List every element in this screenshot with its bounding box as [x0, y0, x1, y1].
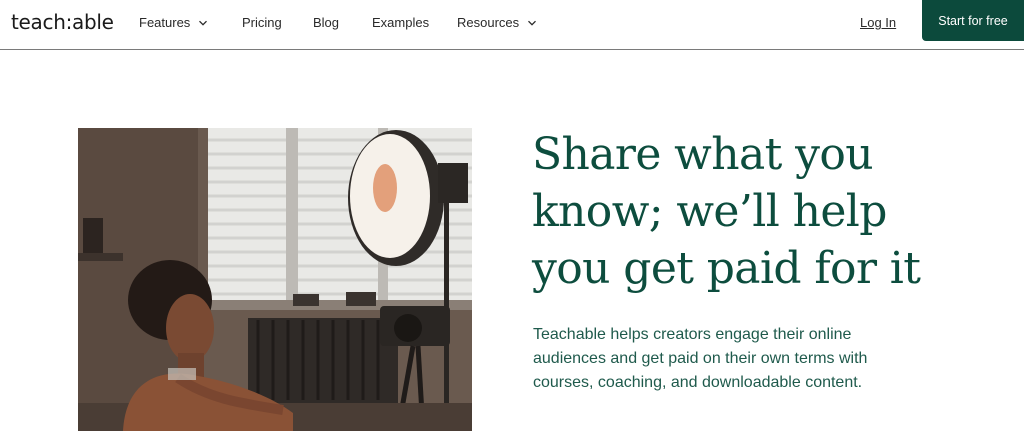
chevron-down-icon — [528, 20, 537, 26]
nav-blog[interactable]: Blog — [313, 15, 339, 30]
chevron-down-icon — [199, 20, 208, 26]
nav-pricing-label: Pricing — [242, 15, 282, 30]
nav-features-label: Features — [139, 15, 191, 30]
nav-examples[interactable]: Examples — [372, 15, 429, 30]
nav-features[interactable]: Features — [139, 15, 208, 30]
top-navigation: teach:able Features Pricing Blog Example… — [0, 0, 1024, 50]
hero-photo — [78, 128, 472, 431]
nav-resources-label: Resources — [457, 15, 520, 30]
nav-pricing[interactable]: Pricing — [242, 15, 282, 30]
nav-examples-label: Examples — [372, 15, 430, 30]
start-for-free-button[interactable]: Start for free — [922, 0, 1024, 41]
creator-photo-illustration — [78, 128, 472, 431]
teachable-logo[interactable]: teach:able — [11, 10, 114, 34]
nav-resources[interactable]: Resources — [457, 15, 537, 30]
hero-headline: Share what you know; we’ll help you get … — [532, 129, 921, 294]
nav-blog-label: Blog — [313, 15, 340, 30]
hero-subtext: Teachable helps creators engage their on… — [533, 326, 868, 391]
login-link[interactable]: Log In — [860, 15, 896, 30]
